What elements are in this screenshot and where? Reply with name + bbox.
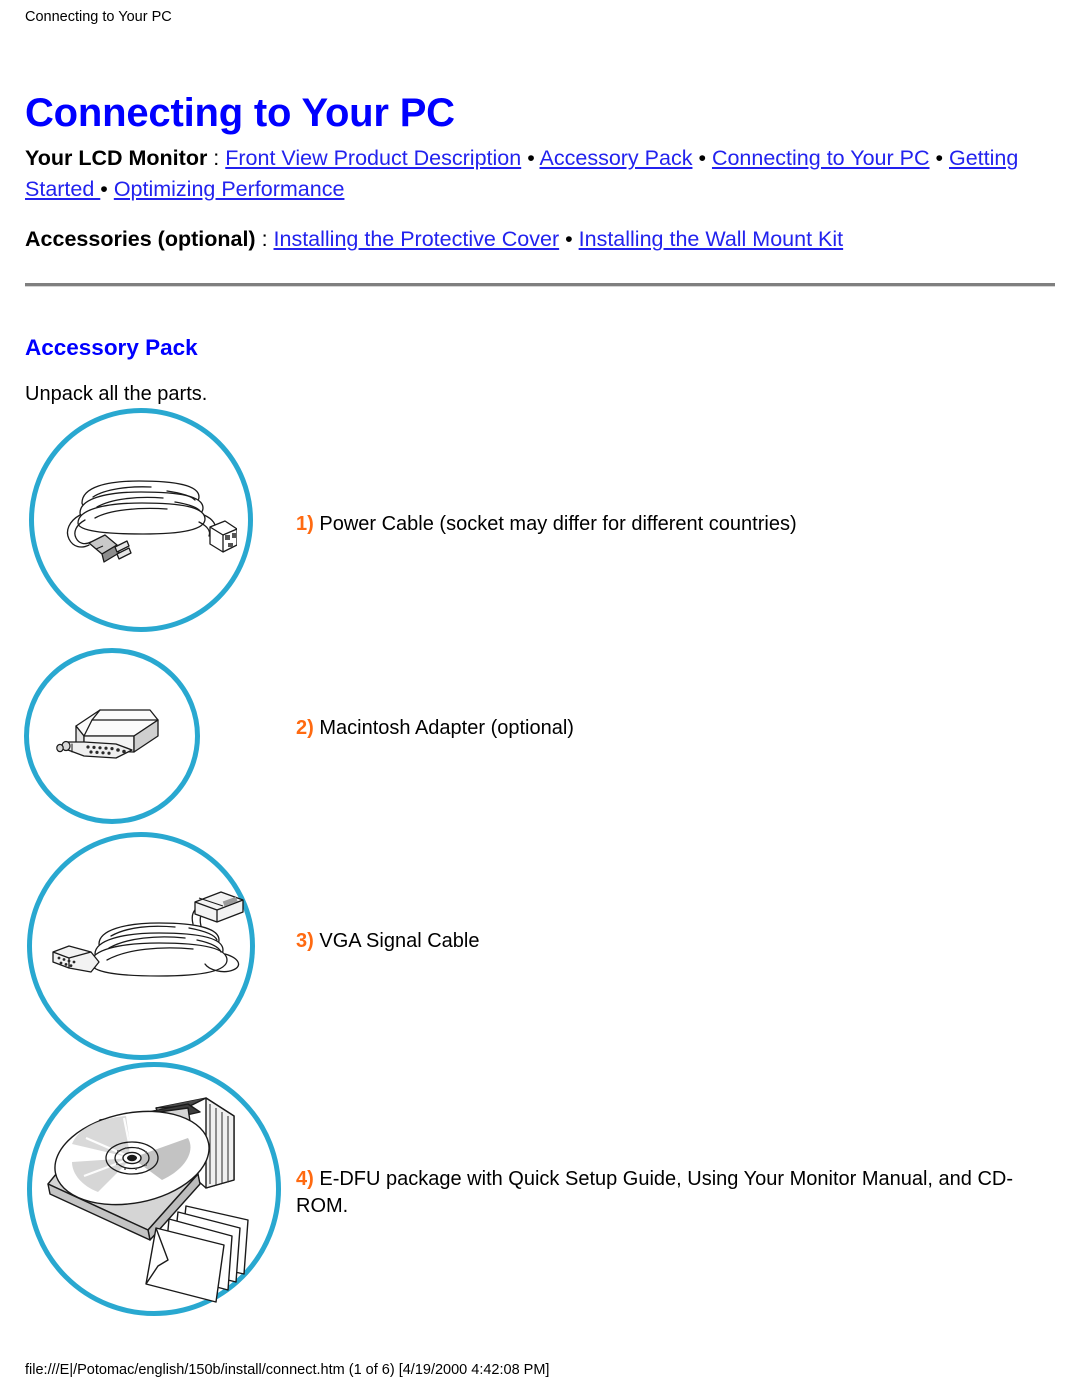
accessory-caption: 3) VGA Signal Cable xyxy=(296,928,996,955)
horizontal-divider xyxy=(25,283,1055,287)
accessory-circle-frame xyxy=(27,832,255,1060)
nav-bullet: • xyxy=(527,146,535,170)
nav-monitor-colon: : xyxy=(207,146,226,170)
nav-bullet: • xyxy=(565,227,573,251)
nav-your-lcd-monitor: Your LCD Monitor : Front View Product De… xyxy=(25,143,1057,204)
nav-link-optimizing-performance[interactable]: Optimizing Performance xyxy=(114,177,345,201)
section-heading-accessory-pack: Accessory Pack xyxy=(25,334,198,360)
nav-bullet: • xyxy=(100,176,108,201)
nav-accessories-optional: Accessories (optional) : Installing the … xyxy=(25,224,1057,255)
nav-link-installing-the-protective-cover[interactable]: Installing the Protective Cover xyxy=(274,227,560,251)
accessory-number: 2) xyxy=(296,717,314,739)
accessory-circle-frame xyxy=(24,648,200,824)
browser-print-footer: file:///E|/Potomac/english/150b/install/… xyxy=(25,1362,550,1378)
nav-link-front-view-product-description[interactable]: Front View Product Description xyxy=(225,146,521,170)
nav-accessories-colon: : xyxy=(255,227,274,251)
nav-link-accessory-pack[interactable]: Accessory Pack xyxy=(540,146,693,170)
accessory-text: E-DFU package with Quick Setup Guide, Us… xyxy=(296,1168,1014,1217)
accessory-caption: 2) Macintosh Adapter (optional) xyxy=(296,715,996,742)
intro-text: Unpack all the parts. xyxy=(25,383,208,405)
accessory-number: 4) xyxy=(296,1168,314,1190)
accessory-item-power-cable: 1) Power Cable (socket may differ for di… xyxy=(0,408,1080,640)
accessory-circle-frame xyxy=(27,1062,281,1316)
browser-print-header: Connecting to Your PC xyxy=(25,9,172,25)
nav-accessories-label: Accessories (optional) xyxy=(25,227,256,251)
accessory-circle-frame xyxy=(29,408,253,632)
page-title: Connecting to Your PC xyxy=(25,90,455,135)
accessory-number: 1) xyxy=(296,513,314,535)
nav-monitor-label: Your LCD Monitor xyxy=(25,146,208,170)
accessory-number: 3) xyxy=(296,930,314,952)
accessory-text: VGA Signal Cable xyxy=(313,930,480,952)
accessory-item-macintosh-adapter: 2) Macintosh Adapter (optional) xyxy=(0,648,1080,824)
accessory-caption: 1) Power Cable (socket may differ for di… xyxy=(296,511,996,538)
nav-bullet: • xyxy=(698,146,706,170)
nav-link-installing-the-wall-mount-kit[interactable]: Installing the Wall Mount Kit xyxy=(579,227,844,251)
accessory-caption: 4) E-DFU package with Quick Setup Guide,… xyxy=(296,1166,1036,1220)
accessory-text: Macintosh Adapter (optional) xyxy=(313,717,574,739)
accessory-item-vga-signal-cable: 3) VGA Signal Cable xyxy=(0,832,1080,1060)
accessory-text: Power Cable (socket may differ for diffe… xyxy=(313,513,797,535)
nav-bullet: • xyxy=(935,146,944,170)
accessory-item-edfu-package: 4) E-DFU package with Quick Setup Guide,… xyxy=(0,1062,1080,1316)
nav-link-connecting-to-your-pc[interactable]: Connecting to Your PC xyxy=(712,146,930,170)
